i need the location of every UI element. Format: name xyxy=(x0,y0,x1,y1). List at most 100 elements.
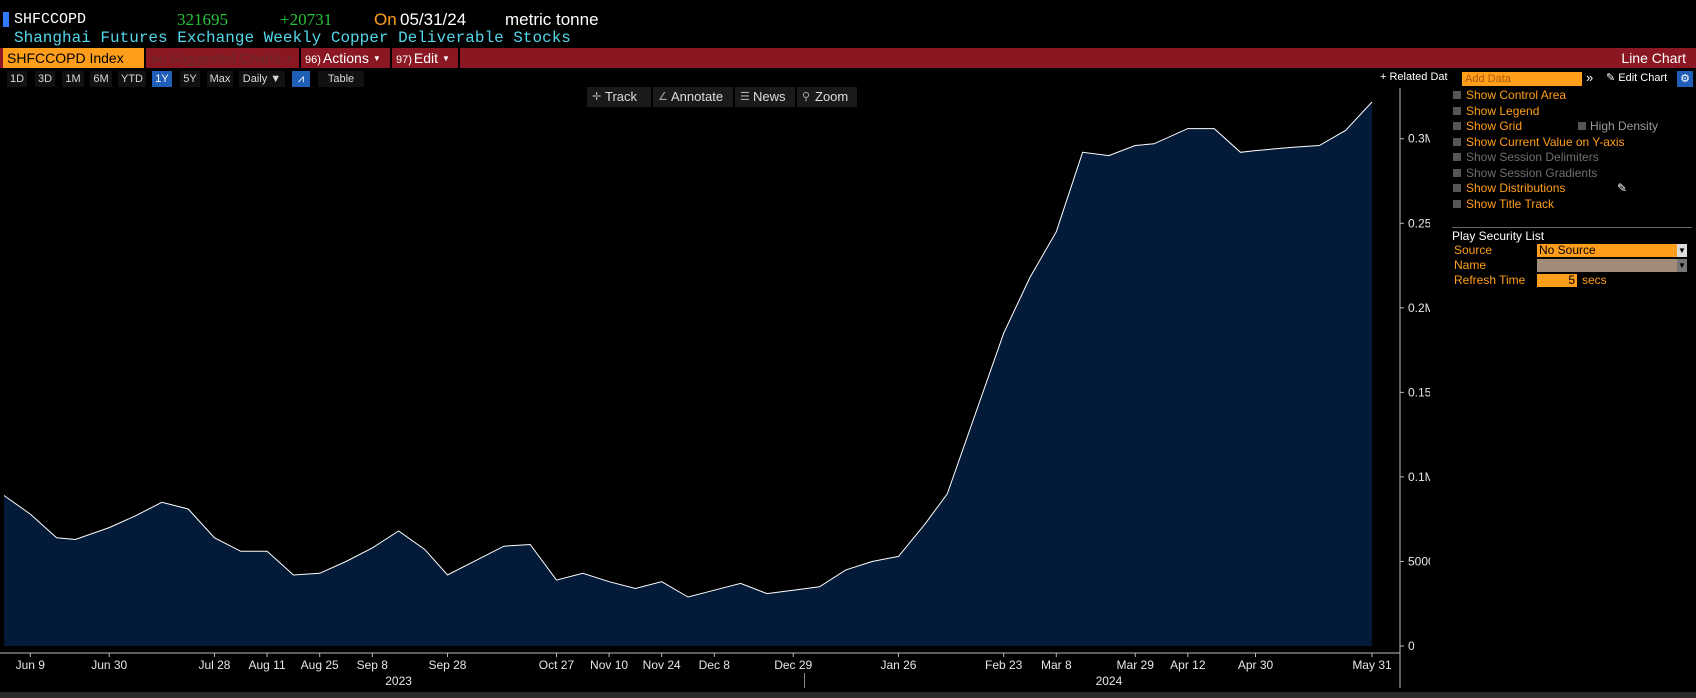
range-button-6m[interactable]: 6M xyxy=(90,71,112,87)
x-tick-label: Dec 8 xyxy=(699,658,731,672)
crosshair-icon: ✛ xyxy=(592,91,602,103)
checkbox[interactable] xyxy=(1453,168,1461,177)
edit-menu[interactable]: 97) Edit ▼ xyxy=(392,48,458,68)
y-tick-label: 0 xyxy=(1408,639,1415,653)
expand-icon[interactable]: » xyxy=(1586,70,1593,85)
x-tick-label: Sep 8 xyxy=(357,658,389,672)
x-tick-label: Mar 8 xyxy=(1041,658,1072,672)
menu-divider xyxy=(144,48,146,68)
range-button-1d[interactable]: 1D xyxy=(7,71,27,87)
actions-menu[interactable]: 96) Actions ▼ xyxy=(301,48,389,68)
edit-chart-label: Edit Chart xyxy=(1618,72,1668,84)
add-data-input[interactable] xyxy=(1462,72,1582,86)
option-label: Show Legend xyxy=(1466,103,1540,118)
unit-label: metric tonne xyxy=(505,10,599,29)
refresh-time-input[interactable]: 5 xyxy=(1537,274,1577,287)
menu-label: Actions xyxy=(322,50,369,66)
menu-number: 96) xyxy=(305,54,321,66)
high-density-label: High Density xyxy=(1590,119,1659,133)
source-select[interactable]: No Source ▼ xyxy=(1537,244,1687,257)
caret-down-icon: ▼ xyxy=(442,54,450,64)
annotate-icon: ∠ xyxy=(658,91,668,103)
menu-number: 97) xyxy=(396,54,412,66)
track-button[interactable]: ✛ Track xyxy=(587,87,651,107)
bottom-strip xyxy=(0,692,1696,698)
pencil-icon: ✎ xyxy=(1606,72,1619,84)
option-show-grid[interactable]: Show Grid High Density xyxy=(1452,119,1696,135)
x-tick-label: Apr 12 xyxy=(1170,658,1206,672)
checkbox[interactable] xyxy=(1453,199,1461,208)
security-description: Shanghai Futures Exchange Weekly Copper … xyxy=(14,29,571,47)
checkbox[interactable] xyxy=(1453,106,1461,115)
menu-divider xyxy=(458,48,460,68)
magnifier-icon: ⚲ xyxy=(802,91,811,103)
ticker-symbol[interactable]: SHFCCOPD xyxy=(14,11,86,28)
pencil-icon[interactable]: ✎ xyxy=(1617,181,1627,196)
zoom-button[interactable]: ⚲ Zoom xyxy=(797,87,857,107)
refresh-unit: secs xyxy=(1582,273,1607,287)
option-label: Show Distributions xyxy=(1466,181,1566,195)
option-label: Show Session Delimiters xyxy=(1466,150,1599,164)
option-show-distributions[interactable]: Show Distributions ✎ xyxy=(1452,181,1696,197)
caret-down-icon: ▼ xyxy=(372,54,381,64)
news-label: News xyxy=(753,89,786,104)
option-show-title-track[interactable]: Show Title Track xyxy=(1452,197,1696,213)
chart-toolbar: 1D 3D 1M 6M YTD 1Y 5Y Max Daily ▼ ⩘ Table + Rel… xyxy=(0,70,1696,88)
checkbox[interactable] xyxy=(1453,184,1461,192)
option-label: Show Grid xyxy=(1466,119,1523,133)
annotate-button[interactable]: ∠ Annotate xyxy=(653,87,733,107)
related-data-button[interactable]: + Related Dat xyxy=(1380,71,1448,83)
y-tick-label: 0.3M xyxy=(1408,132,1430,146)
refresh-row: Refresh Time 5 secs xyxy=(1452,273,1692,288)
option-show-session-gradients[interactable]: Show Session Gradients xyxy=(1452,166,1696,182)
checkbox[interactable] xyxy=(1453,153,1461,161)
option-label: Show Control Area xyxy=(1466,88,1567,102)
chart-type-label[interactable]: Line Chart xyxy=(1621,48,1686,68)
price-change: +20731 xyxy=(280,10,333,29)
x-tick-label: Jun 30 xyxy=(91,658,127,672)
y-tick-label: 0.2M xyxy=(1408,301,1430,315)
as-of-date: 05/31/24 xyxy=(400,10,467,29)
on-label: On xyxy=(374,10,397,29)
range-button-1m[interactable]: 1M xyxy=(62,71,84,87)
option-show-current-value-on-y-axis[interactable]: Show Current Value on Y-axis xyxy=(1452,135,1696,151)
gear-icon[interactable]: ⚙ xyxy=(1677,71,1693,87)
x-tick-label: Sep 28 xyxy=(428,658,466,672)
y-tick-label: 50000 xyxy=(1408,554,1430,568)
x-tick-label: Oct 27 xyxy=(539,658,575,672)
frequency-dropdown[interactable]: Daily ▼ xyxy=(239,71,285,87)
menu-label: Edit xyxy=(413,50,439,66)
news-button[interactable]: ☰ News xyxy=(735,87,795,107)
edit-chart-button[interactable]: ✎ Edit Chart xyxy=(1606,71,1667,84)
checkbox[interactable] xyxy=(1578,122,1586,130)
chevron-down-icon: ▼ xyxy=(1677,244,1687,257)
checkbox[interactable] xyxy=(1453,137,1461,146)
source-row: Source No Source ▼ xyxy=(1452,243,1692,258)
chart-area[interactable]: 0 50000 0.1M 0.15M 0.2M 0.25M 0.3M Jun 9 Jun 30 J… xyxy=(0,88,1430,688)
table-button[interactable]: Table xyxy=(318,71,364,87)
checkbox[interactable] xyxy=(1453,91,1461,99)
option-show-control-area[interactable]: Show Control Area xyxy=(1452,88,1696,104)
range-button-3d[interactable]: 3D xyxy=(35,71,55,87)
security-index-field[interactable]: SHFCCOPD Index xyxy=(3,48,144,68)
menu-bar: SHFCCOPD Index 94) Suggested Charts ▼ 96) A… xyxy=(0,48,1696,68)
x-tick-label: Dec 29 xyxy=(774,658,812,672)
x-tick-label: Nov 24 xyxy=(643,658,681,672)
range-button-max[interactable]: Max xyxy=(207,71,233,87)
name-select[interactable]: ▼ xyxy=(1537,259,1687,272)
range-button-ytd[interactable]: YTD xyxy=(118,71,146,87)
suggested-charts-menu[interactable]: 94) Suggested Charts ▼ xyxy=(147,48,299,68)
source-label: Source xyxy=(1454,243,1493,257)
range-button-5y[interactable]: 5Y xyxy=(180,71,200,87)
high-density-option[interactable]: High Density xyxy=(1576,119,1658,134)
checkbox[interactable] xyxy=(1453,122,1461,130)
y-tick-label: 0.25M xyxy=(1408,216,1430,230)
x-tick-label: Aug 25 xyxy=(301,658,339,672)
caret-down-icon: ▼ xyxy=(284,54,293,64)
option-show-legend[interactable]: Show Legend xyxy=(1452,104,1696,120)
chevron-down-icon: ▼ xyxy=(1677,259,1687,272)
range-button-1y[interactable]: 1Y xyxy=(152,71,172,87)
option-show-session-delimiters[interactable]: Show Session Delimiters xyxy=(1452,150,1696,166)
chart-style-icon[interactable]: ⩘ xyxy=(292,71,310,87)
x-tick-label: Aug 11 xyxy=(248,658,285,672)
